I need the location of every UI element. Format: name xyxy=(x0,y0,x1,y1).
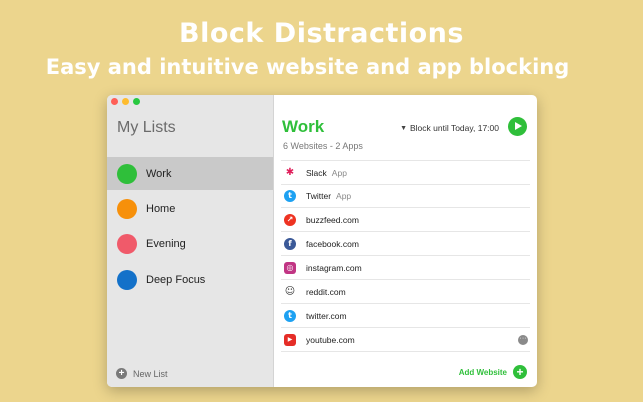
plus-icon: + xyxy=(116,368,127,379)
block-until-label: Block until Today, 17:00 xyxy=(410,123,499,133)
add-website-label: Add Website xyxy=(458,367,507,377)
site-name: reddit.com xyxy=(306,286,346,297)
site-name: buzzfeed.com xyxy=(306,214,359,225)
hero-subtitle: Easy and intuitive website and app block… xyxy=(45,55,570,79)
zoom-window-button[interactable] xyxy=(133,98,140,105)
new-list-button[interactable]: + New List xyxy=(116,368,168,379)
facebook-icon: f xyxy=(284,237,296,250)
site-name: instagram.com xyxy=(306,262,362,273)
slack-icon: ✱ xyxy=(284,166,296,179)
window-controls xyxy=(111,98,140,105)
minimize-window-button[interactable] xyxy=(122,98,129,105)
youtube-icon: ▶ xyxy=(284,333,296,346)
site-name: Twitter xyxy=(306,190,332,201)
sidebar-item-label: Home xyxy=(146,202,176,215)
list-color-dot xyxy=(117,163,137,184)
start-block-button[interactable] xyxy=(508,117,527,136)
new-list-label: New List xyxy=(133,368,168,379)
more-options-icon[interactable]: ··· xyxy=(518,334,528,345)
close-window-button[interactable] xyxy=(111,98,118,105)
list-item[interactable]: ✱ Slack App xyxy=(281,160,530,185)
sidebar: My Lists Work Home Evening Deep Focus + … xyxy=(107,95,274,387)
sidebar-item-work[interactable]: Work xyxy=(107,157,273,190)
list-color-dot xyxy=(117,198,137,219)
sidebar-item-deep-focus[interactable]: Deep Focus xyxy=(107,263,273,296)
site-kind: App xyxy=(336,190,352,201)
list-item[interactable]: t twitter.com xyxy=(281,304,530,328)
list-item[interactable]: ▶ youtube.com ··· xyxy=(281,328,530,352)
sidebar-item-label: Work xyxy=(146,167,172,180)
hero-title: Block Distractions xyxy=(179,18,464,49)
main-panel: Work 6 Websites - 2 Apps ▼ Block until T… xyxy=(274,95,537,387)
sidebar-item-evening[interactable]: Evening xyxy=(107,227,273,260)
add-website-button[interactable]: Add Website + xyxy=(459,365,527,379)
list-item[interactable]: t Twitter App xyxy=(281,184,530,208)
sidebar-title: My Lists xyxy=(117,119,176,136)
sidebar-item-label: Evening xyxy=(146,237,186,250)
list-color-dot xyxy=(117,233,137,254)
twitter-icon: t xyxy=(284,189,296,202)
plus-icon: + xyxy=(513,365,527,379)
site-name: facebook.com xyxy=(306,238,359,249)
site-name: youtube.com xyxy=(306,334,355,345)
app-window: My Lists Work Home Evening Deep Focus + … xyxy=(107,95,537,387)
block-until-dropdown[interactable]: ▼ Block until Today, 17:00 xyxy=(400,123,499,133)
reddit-icon: ☺ xyxy=(284,285,296,298)
sidebar-item-label: Deep Focus xyxy=(146,273,206,286)
sidebar-item-home[interactable]: Home xyxy=(107,192,273,225)
site-name: Slack xyxy=(306,167,327,178)
list-item[interactable]: f facebook.com xyxy=(281,232,530,256)
list-item[interactable]: ☺ reddit.com xyxy=(281,280,530,304)
triangle-down-icon: ▼ xyxy=(400,124,407,132)
twitter-icon: t xyxy=(284,309,296,322)
list-title: Work xyxy=(282,117,325,136)
list-item[interactable]: ◎ instagram.com xyxy=(281,256,530,280)
list-summary: 6 Websites - 2 Apps xyxy=(283,141,363,151)
buzzfeed-icon: ↗ xyxy=(284,213,296,226)
site-name: twitter.com xyxy=(306,310,347,321)
site-kind: App xyxy=(331,167,347,178)
instagram-icon: ◎ xyxy=(284,261,296,274)
list-item[interactable]: ↗ buzzfeed.com xyxy=(281,208,530,232)
list-color-dot xyxy=(117,269,137,290)
